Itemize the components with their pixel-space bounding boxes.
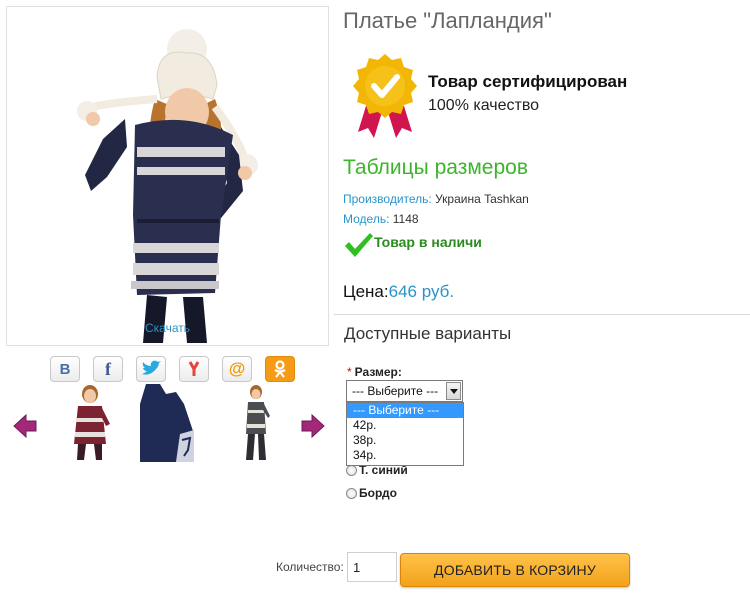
model-row: Модель: 1148 — [343, 212, 419, 226]
model-value: 1148 — [389, 212, 419, 226]
download-link[interactable]: Скачать — [7, 321, 328, 335]
size-dropdown-list: --- Выберите --- 42р. 38р. 34р. — [346, 402, 464, 466]
color-option-label: Бордо — [359, 486, 397, 500]
size-option[interactable]: 42р. — [347, 418, 463, 433]
thumbnail-2[interactable] — [140, 384, 200, 462]
divider — [334, 314, 750, 315]
mail-at-icon: @ — [228, 359, 246, 378]
manufacturer-value: Украина Tashkan — [431, 192, 529, 206]
yaru-share-button[interactable] — [179, 356, 209, 382]
twitter-bird-icon — [142, 360, 161, 375]
price: Цена:646 руб. — [343, 282, 454, 302]
color-option-bordeaux[interactable]: Бордо — [346, 485, 397, 501]
thumbnail-next-button[interactable] — [300, 413, 326, 443]
manufacturer-row: Производитель: Украина Tashkan — [343, 192, 529, 206]
manufacturer-label[interactable]: Производитель: — [343, 192, 432, 206]
arrow-left-icon — [13, 413, 37, 439]
facebook-share-button[interactable]: f — [93, 356, 123, 382]
twitter-share-button[interactable] — [136, 356, 166, 382]
certificate-badge — [352, 54, 418, 143]
thumbnail-photo-back-detail — [140, 384, 194, 462]
size-label: * Размер: — [347, 365, 402, 379]
size-label-text: Размер: — [354, 365, 402, 379]
thumbnail-photo-grey-outfit — [246, 385, 270, 460]
product-title: Платье "Лапландия" — [343, 8, 552, 33]
vkontakte-share-button[interactable]: В — [50, 356, 80, 382]
price-value: 646 руб. — [388, 282, 455, 301]
variants-title: Доступные варианты — [344, 324, 512, 343]
vkontakte-icon: В — [59, 360, 71, 378]
size-select[interactable]: --- Выберите --- — [346, 380, 463, 402]
odnoklassniki-icon — [274, 360, 286, 378]
green-check-icon — [345, 233, 373, 257]
certified-medal-icon — [353, 54, 417, 138]
required-mark: * — [347, 365, 352, 379]
certificate-title: Товар сертифицирован — [428, 72, 628, 91]
odnoklassniki-share-button[interactable] — [265, 356, 295, 382]
thumbnail-prev-button[interactable] — [12, 413, 38, 443]
size-option[interactable]: 38р. — [347, 433, 463, 448]
quantity-input[interactable] — [347, 552, 397, 582]
price-label: Цена: — [343, 282, 389, 301]
size-tables-link[interactable]: Таблицы размеров — [343, 156, 528, 180]
mailru-share-button[interactable]: @ — [222, 356, 252, 382]
radio-button[interactable] — [346, 464, 357, 476]
product-main-image[interactable]: Скачать — [6, 6, 329, 346]
certificate-subtitle: 100% качество — [428, 97, 540, 114]
stock-status: Товар в наличи — [344, 232, 482, 257]
radio-button[interactable] — [346, 487, 357, 499]
thumbnail-photo-red-dress — [74, 385, 110, 460]
chevron-down-icon[interactable] — [446, 382, 461, 400]
ya-ru-icon — [188, 361, 200, 376]
arrow-right-icon — [301, 413, 325, 439]
thumbnail-3[interactable] — [228, 384, 288, 462]
size-select-value: --- Выберите --- — [352, 384, 439, 398]
thumbnail-1[interactable] — [62, 384, 122, 462]
facebook-icon: f — [105, 358, 111, 379]
size-option[interactable]: --- Выберите --- — [347, 403, 463, 418]
size-option[interactable]: 34р. — [347, 448, 463, 463]
model-label: Модель: — [343, 212, 390, 226]
product-photo — [77, 29, 258, 343]
social-share-bar: В f @ — [50, 356, 295, 382]
quantity-label: Количество: — [276, 560, 344, 574]
stock-status-text: Товар в наличи — [374, 234, 482, 250]
add-to-cart-button[interactable]: ДОБАВИТЬ В КОРЗИНУ — [400, 553, 630, 587]
